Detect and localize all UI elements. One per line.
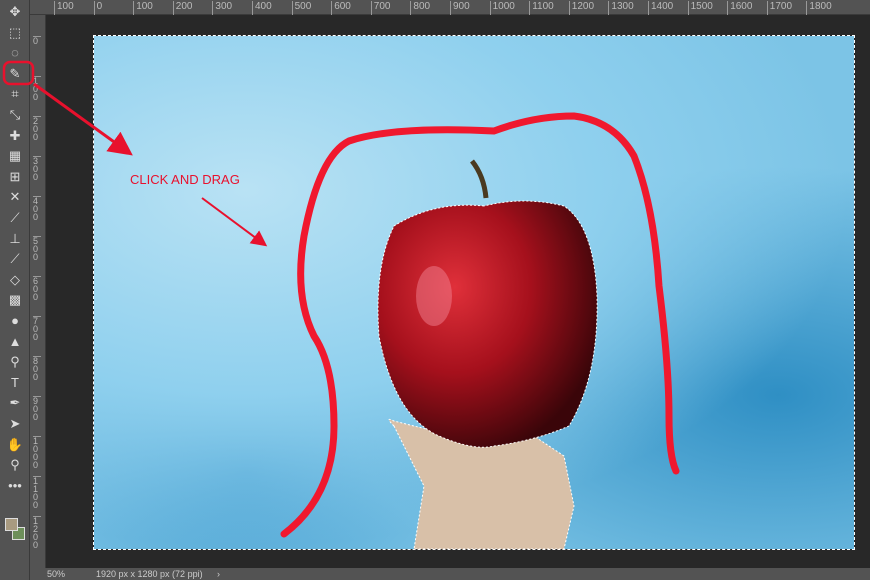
document-info: 1920 px x 1280 px (72 ppi) bbox=[96, 569, 203, 579]
quick-selection-icon[interactable]: ✎ bbox=[4, 64, 26, 83]
ruler-label: 400 bbox=[252, 1, 272, 15]
ruler-label: 1800 bbox=[806, 1, 832, 15]
clone-stamp-icon[interactable]: ⊥ bbox=[4, 229, 26, 248]
ruler-label: 1300 bbox=[608, 1, 634, 15]
ruler-label: 0 bbox=[93, 1, 102, 15]
more-icon[interactable]: ••• bbox=[4, 476, 26, 495]
patch-icon[interactable]: ▦ bbox=[4, 146, 26, 165]
ruler-label: 1200 bbox=[33, 516, 41, 550]
ruler-label: 100 bbox=[133, 1, 153, 15]
ruler-label: 600 bbox=[331, 1, 351, 15]
ruler-label: 400 bbox=[33, 196, 41, 222]
ruler-label: 300 bbox=[212, 1, 232, 15]
eyedropper-icon[interactable]: ⤡ bbox=[4, 105, 26, 124]
ruler-label: 300 bbox=[33, 156, 41, 182]
ruler-label: 900 bbox=[33, 396, 41, 422]
ruler-label: 1000 bbox=[33, 436, 41, 470]
status-bar: 50% 1920 px x 1280 px (72 ppi) › bbox=[30, 568, 870, 580]
ruler-label: 500 bbox=[291, 1, 311, 15]
ruler-label: 1100 bbox=[529, 1, 554, 15]
ruler-label: 700 bbox=[33, 316, 41, 342]
ruler-label: 1200 bbox=[568, 1, 594, 15]
ruler-label: 1700 bbox=[766, 1, 792, 15]
marquee-icon[interactable]: ⬚ bbox=[4, 23, 26, 42]
ruler-label: 1500 bbox=[687, 1, 713, 15]
puppet-warp-icon[interactable]: ✕ bbox=[4, 187, 26, 206]
ruler-label: 800 bbox=[33, 356, 41, 382]
vertical-ruler[interactable]: 0 100 200 300 400 500 600 700 800 900 1000 1100 1200 bbox=[30, 15, 46, 568]
ruler-label: 1100 bbox=[33, 476, 41, 510]
healing-brush-icon[interactable]: ✚ bbox=[4, 126, 26, 145]
ruler-label: 700 bbox=[370, 1, 390, 15]
ruler-label: 500 bbox=[33, 236, 41, 262]
blur-icon[interactable]: ● bbox=[4, 311, 26, 330]
ruler-label: 1600 bbox=[727, 1, 752, 15]
dodge-icon[interactable]: ⚲ bbox=[4, 352, 26, 371]
zoom-level[interactable]: 50% bbox=[47, 569, 65, 579]
sharpen-icon[interactable]: ▲ bbox=[4, 332, 26, 351]
history-brush-icon[interactable]: ⟋ bbox=[4, 249, 26, 268]
type-icon[interactable]: T bbox=[4, 373, 26, 392]
lasso-icon[interactable]: ◌ bbox=[4, 43, 26, 62]
ruler-label: 1000 bbox=[489, 1, 515, 15]
gradient-icon[interactable]: ▩ bbox=[4, 290, 26, 309]
horizontal-ruler[interactable]: 100 0 100 200 300 400 500 600 700 800 900 1000 1100 1… bbox=[30, 0, 870, 15]
pen-icon[interactable]: ✒ bbox=[4, 393, 26, 412]
status-menu-arrow[interactable]: › bbox=[217, 569, 220, 579]
apple-stem bbox=[470, 159, 489, 199]
foreground-color-swatch[interactable] bbox=[5, 518, 18, 531]
click-and-drag-label: CLICK AND DRAG bbox=[130, 172, 240, 187]
document-canvas[interactable] bbox=[93, 35, 855, 550]
ruler-label: 800 bbox=[410, 1, 430, 15]
ruler-label: 200 bbox=[33, 116, 41, 142]
image-content bbox=[280, 112, 680, 549]
zoom-icon[interactable]: ⚲ bbox=[4, 455, 26, 474]
path-select-icon[interactable]: ➤ bbox=[4, 414, 26, 433]
tools-panel: ✥ ⬚ ◌ ✎ ⌗ ⤡ ✚ ▦ ⊞ ✕ ⟋ ⊥ ⟋ ◇ ▩ ● ▲ ⚲ T ✒ ➤ ✋ ⚲ ••• bbox=[0, 0, 30, 580]
ruler-label: 600 bbox=[33, 276, 41, 302]
move-icon[interactable]: ✥ bbox=[4, 2, 26, 21]
ruler-label: 200 bbox=[172, 1, 192, 15]
ruler-label: 100 bbox=[54, 1, 74, 15]
brush-icon[interactable]: ⟋ bbox=[4, 208, 26, 227]
hand-icon[interactable]: ✋ bbox=[4, 435, 26, 454]
ruler-label: 900 bbox=[450, 1, 470, 15]
content-aware-icon[interactable]: ⊞ bbox=[4, 167, 26, 186]
ruler-label: 1400 bbox=[648, 1, 673, 15]
eraser-icon[interactable]: ◇ bbox=[4, 270, 26, 289]
ruler-label: 100 bbox=[33, 76, 41, 102]
apple bbox=[377, 200, 598, 448]
ruler-label: 0 bbox=[33, 36, 41, 46]
crop-icon[interactable]: ⌗ bbox=[4, 84, 26, 103]
